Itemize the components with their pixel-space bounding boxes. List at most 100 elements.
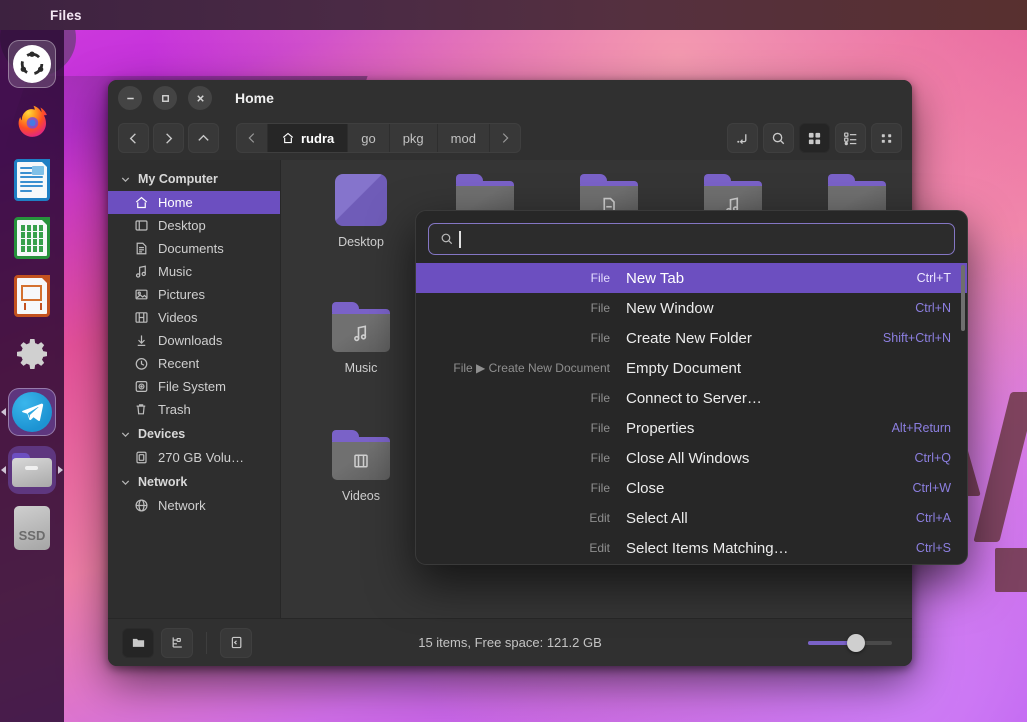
palette-item-label: New Tab [626,269,685,287]
sidebar-item-label: Videos [158,310,198,325]
clock-icon [134,356,149,371]
palette-search-box[interactable] [428,223,955,255]
sidebar-item-pictures[interactable]: Pictures [108,283,280,306]
status-text: 15 items, Free space: 121.2 GB [418,635,602,650]
dock: SSD [0,30,64,722]
palette-item-close-all-windows[interactable]: File Close All Windows Ctrl+Q [416,443,967,473]
palette-item-select-items-matching[interactable]: Edit Select Items Matching… Ctrl+S [416,533,967,563]
file-item-music[interactable]: Music [299,302,423,430]
sidebar: My Computer Home Desktop Documents Music… [108,160,280,618]
palette-item-close[interactable]: File Close Ctrl+W [416,473,967,503]
palette-item-label: Select All [626,509,688,527]
telegram-icon [12,392,52,432]
search-button[interactable] [763,123,794,153]
spreadsheet-icon [14,217,50,259]
sidebar-item-label: File System [158,379,226,394]
dock-item-settings[interactable] [8,330,56,378]
palette-item-context: File [590,301,610,315]
dock-item-libreoffice-calc[interactable] [8,214,56,262]
text-caret [459,230,461,248]
file-label: Videos [342,489,380,503]
sidebar-group-network[interactable]: Network [108,469,280,494]
sidebar-group-my-computer[interactable]: My Computer [108,166,280,191]
palette-item-context: File [590,481,610,495]
palette-item-label: Close [626,479,665,497]
sidebar-group-label: My Computer [138,172,218,186]
places-toggle-button[interactable] [122,627,154,658]
sidebar-item-documents[interactable]: Documents [108,237,280,260]
dock-item-files[interactable] [1,446,63,494]
dock-item-firefox[interactable] [8,98,56,146]
minimize-button[interactable] [118,86,142,110]
drive-icon [134,450,149,465]
files-folder-icon [12,453,52,487]
breadcrumb-overflow-button[interactable] [237,124,268,152]
palette-search-input[interactable] [469,231,943,247]
breadcrumb-item-mod[interactable]: mod [438,124,490,152]
sidebar-item-downloads[interactable]: Downloads [108,329,280,352]
running-indicator [1,408,6,416]
sidebar-item-desktop[interactable]: Desktop [108,214,280,237]
palette-scrollbar[interactable] [961,265,965,331]
file-item[interactable]: Videos [299,430,423,558]
sidebar-item-label: Documents [158,241,224,256]
sidebar-item-home[interactable]: Home [108,191,280,214]
home-icon [282,132,294,144]
sidebar-item-270gb-volume[interactable]: 270 GB Volu… [108,446,280,469]
palette-item-new-window[interactable]: File New Window Ctrl+N [416,293,967,323]
breadcrumb-item-go[interactable]: go [348,124,390,152]
tree-toggle-button[interactable] [161,627,193,658]
palette-item-label: Properties [626,419,695,437]
sidebar-item-label: Home [158,195,193,210]
breadcrumb-item-pkg[interactable]: pkg [390,124,438,152]
palette-item-connect-to-server[interactable]: File Connect to Server… [416,383,967,413]
active-indicator [58,466,63,474]
palette-item-create-new-folder[interactable]: File Create New Folder Shift+Ctrl+N [416,323,967,353]
palette-item-label: Create New Folder [626,329,752,347]
grid-view-button[interactable] [799,123,830,153]
maximize-button[interactable] [153,86,177,110]
presentation-icon [14,275,50,317]
path-entry-button[interactable] [727,123,758,153]
image-icon [134,287,149,302]
sidebar-group-devices[interactable]: Devices [108,421,280,446]
up-button[interactable] [188,123,219,153]
panel-app-name[interactable]: Files [50,8,82,23]
zoom-slider[interactable] [808,633,892,653]
sidebar-item-videos[interactable]: Videos [108,306,280,329]
palette-item-accel: Ctrl+T [916,271,951,285]
palette-item-new-tab[interactable]: File New Tab Ctrl+T [416,263,967,293]
file-item-desktop[interactable]: Desktop [299,174,423,302]
search-icon [772,132,785,144]
sidebar-item-music[interactable]: Music [108,260,280,283]
path-entry-icon [737,133,747,144]
zoom-knob[interactable] [846,633,865,652]
close-button[interactable] [188,86,212,110]
list-view-button[interactable] [835,123,866,153]
chevron-down-icon [121,431,130,437]
dock-item-libreoffice-writer[interactable] [8,156,56,204]
dock-item-ssd[interactable]: SSD [8,504,56,552]
view-options-button[interactable] [871,123,902,153]
sidebar-item-network[interactable]: Network [108,494,280,517]
dock-item-libreoffice-impress[interactable] [8,272,56,320]
dock-item-show-applications[interactable] [8,40,56,88]
chevron-down-icon [121,479,130,485]
forward-button[interactable] [153,123,184,153]
breadcrumb-item-rudra[interactable]: rudra [268,124,349,152]
palette-item-context: File [590,421,610,435]
back-button[interactable] [118,123,149,153]
palette-item-accel: Alt+Return [891,421,951,435]
palette-item-properties[interactable]: File Properties Alt+Return [416,413,967,443]
palette-item-select-all[interactable]: Edit Select All Ctrl+A [416,503,967,533]
palette-item-empty-document[interactable]: File ▶ Create New Document Empty Documen… [416,353,967,383]
breadcrumb: rudra go pkg mod [236,123,521,153]
sidebar-item-file-system[interactable]: File System [108,375,280,398]
breadcrumb-next-button[interactable] [490,124,520,152]
dock-item-telegram[interactable] [1,388,56,436]
sidebar-item-trash[interactable]: Trash [108,398,280,421]
sidebar-group-label: Network [138,475,188,489]
sidebar-item-recent[interactable]: Recent [108,352,280,375]
palette-item-accel: Ctrl+N [915,301,951,315]
palette-item-context: File ▶ Create New Document [453,361,610,375]
